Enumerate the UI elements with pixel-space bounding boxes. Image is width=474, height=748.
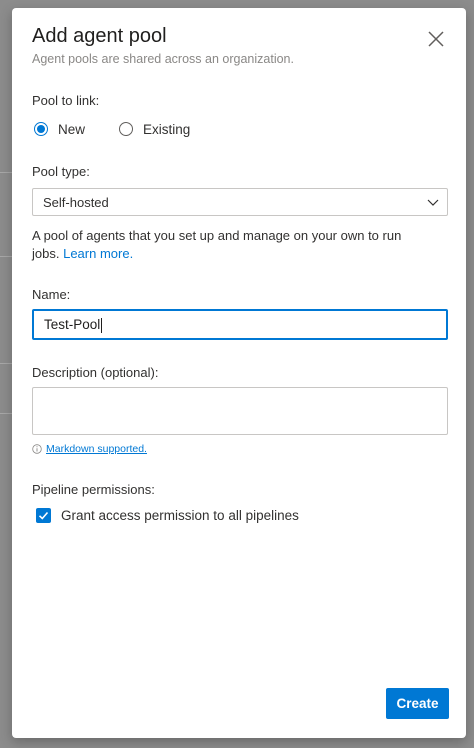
close-button[interactable] xyxy=(425,28,447,50)
radio-new[interactable]: New xyxy=(34,122,85,137)
learn-more-link[interactable]: Learn more. xyxy=(63,246,133,261)
dialog-title: Add agent pool xyxy=(32,25,167,47)
grant-access-label: Grant access permission to all pipelines xyxy=(61,508,299,523)
dialog-subtitle: Agent pools are shared across an organiz… xyxy=(32,52,294,66)
pool-to-link-label: Pool to link: xyxy=(32,93,100,108)
backdrop-divider xyxy=(0,363,12,364)
pool-to-link-radio-group: New Existing xyxy=(34,119,210,139)
backdrop-divider xyxy=(0,172,12,173)
info-icon xyxy=(32,444,42,454)
markdown-supported-link[interactable]: Markdown supported. xyxy=(46,443,147,455)
backdrop-divider xyxy=(0,256,12,257)
radio-new-label: New xyxy=(58,121,86,137)
name-label: Name: xyxy=(32,287,71,302)
create-button[interactable]: Create xyxy=(386,688,449,719)
pool-type-label: Pool type: xyxy=(32,164,90,179)
add-agent-pool-dialog: Add agent pool Agent pools are shared ac… xyxy=(12,8,466,738)
radio-checked-icon xyxy=(34,122,48,136)
markdown-hint: Markdown supported. xyxy=(32,443,147,455)
name-input-text: Test-Pool xyxy=(44,317,101,332)
text-caret xyxy=(101,317,103,333)
pool-type-help-text: A pool of agents that you set up and man… xyxy=(32,227,432,263)
backdrop-divider xyxy=(0,413,12,414)
description-textarea[interactable] xyxy=(32,387,448,435)
grant-access-checkbox[interactable]: Grant access permission to all pipelines xyxy=(36,508,299,523)
name-input[interactable]: Test-Pool xyxy=(32,309,448,340)
description-label: Description (optional): xyxy=(32,365,159,380)
pool-type-value: Self-hosted xyxy=(43,195,109,210)
name-input-value: Test-Pool xyxy=(44,317,103,333)
checkbox-checked-icon xyxy=(36,508,51,523)
radio-unchecked-icon xyxy=(119,122,134,136)
pool-type-dropdown[interactable]: Self-hosted xyxy=(32,188,448,216)
chevron-down-icon xyxy=(427,199,439,206)
radio-existing-label: Existing xyxy=(143,121,191,137)
close-icon xyxy=(428,31,444,47)
radio-existing[interactable]: Existing xyxy=(119,122,190,137)
pipeline-permissions-label: Pipeline permissions: xyxy=(32,482,155,497)
